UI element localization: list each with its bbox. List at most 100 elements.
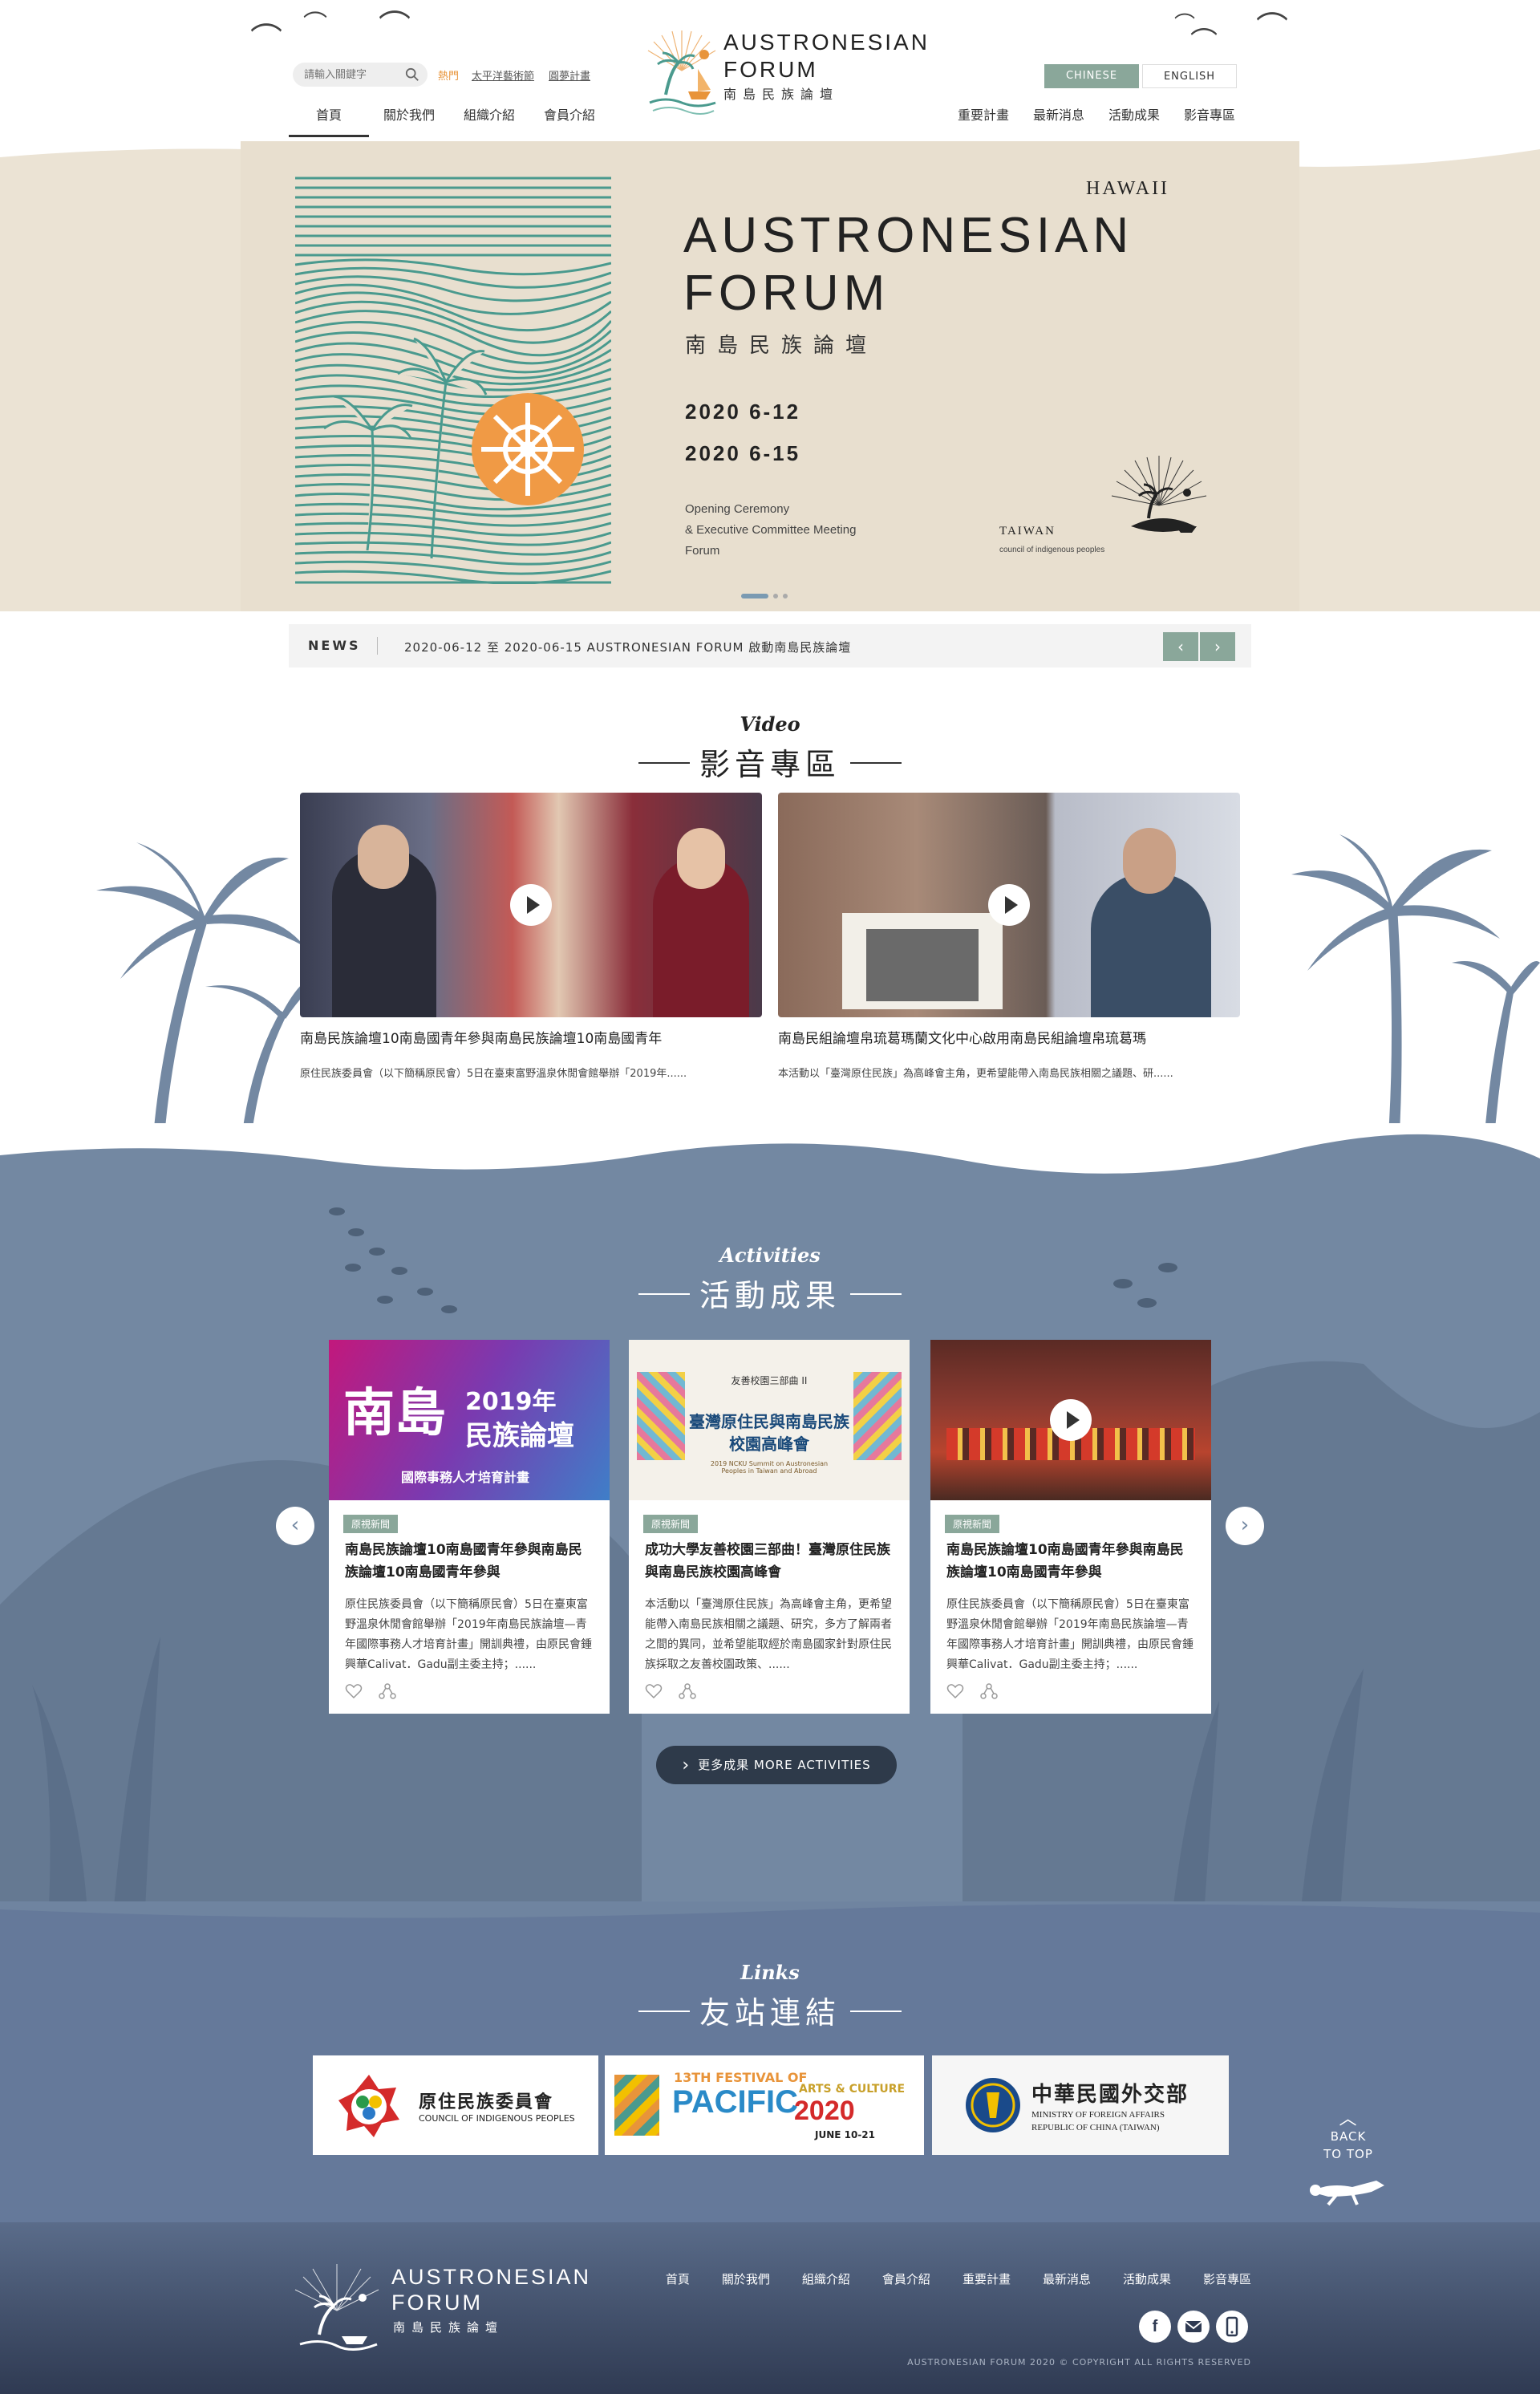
nav-home[interactable]: 首頁 xyxy=(289,101,369,137)
more-activities-button[interactable]: › 更多成果 MORE ACTIVITIES xyxy=(656,1746,897,1784)
news-next-button[interactable]: › xyxy=(1200,632,1235,661)
chevron-up-icon: ︿ xyxy=(1339,2109,1358,2129)
link-festival[interactable]: 13TH FESTIVAL OF PACIFIC ARTS & CULTURE … xyxy=(605,2055,924,2155)
heart-icon[interactable] xyxy=(645,1683,663,1699)
lang-chinese-button[interactable]: CHINESE xyxy=(1044,64,1139,88)
logo-emblem-icon xyxy=(647,30,716,115)
mail-icon[interactable] xyxy=(1177,2311,1210,2343)
copyright-text: AUSTRONESIAN FORUM 2020 © COPYRIGHT ALL … xyxy=(907,2357,1251,2368)
carousel-dot-2[interactable] xyxy=(773,594,778,598)
share-icon[interactable] xyxy=(980,1683,998,1699)
carousel-dot-1[interactable] xyxy=(741,594,768,598)
activity-card-1[interactable]: 南島 2019年 民族論壇 國際事務人才培育計畫 原視新聞 南島民族論壇10南島… xyxy=(329,1340,610,1714)
link-cip[interactable]: 原住民族委員會 COUNCIL OF INDIGENOUS PEOPLES xyxy=(313,2055,598,2155)
banner-title: AUSTRONESIAN FORUM xyxy=(683,208,1134,321)
activity-actions xyxy=(345,1683,396,1699)
news-ticker: NEWS 2020-06-12 至 2020-06-15 AUSTRONESIA… xyxy=(289,624,1251,667)
conference-table xyxy=(866,929,979,1001)
footer-nav-organization[interactable]: 組織介紹 xyxy=(802,2270,850,2287)
footer-nav-home[interactable]: 首頁 xyxy=(666,2270,690,2287)
activities-prev-button[interactable]: ‹ xyxy=(276,1507,314,1545)
news-prev-button[interactable]: ‹ xyxy=(1163,632,1198,661)
activity-actions xyxy=(645,1683,696,1699)
activity-actions xyxy=(946,1683,998,1699)
footer-nav-activities[interactable]: 活動成果 xyxy=(1123,2270,1171,2287)
search-input[interactable] xyxy=(304,67,400,83)
main-nav-left: 首頁 關於我們 組織介紹 會員介紹 xyxy=(289,101,610,137)
search-icon[interactable] xyxy=(405,67,419,82)
chevron-right-icon: › xyxy=(682,1755,691,1775)
hot-label: 熱門 xyxy=(438,71,460,83)
mofa-name-zh: 中華民國外交部 xyxy=(1031,2083,1189,2107)
activity-title[interactable]: 南島民族論壇10南島國青年參與南島民族論壇10南島國青年參與 xyxy=(946,1539,1197,1584)
thumb-text-sub: 友善校園三部曲 II xyxy=(731,1375,808,1386)
video-thumbnail[interactable] xyxy=(300,793,762,1017)
nav-news[interactable]: 最新消息 xyxy=(1033,101,1084,135)
banner-taiwan-label: TAIWAN xyxy=(999,525,1056,538)
cip-name-zh: 原住民族委員會 xyxy=(419,2092,554,2112)
video-title[interactable]: 南島民族論壇10南島國青年參與南島民族論壇10南島國青年 xyxy=(300,1027,762,1047)
activity-card-2[interactable]: 友善校園三部曲 II 臺灣原住民與南島民族 校園高峰會 2019 NCKU Su… xyxy=(629,1340,910,1714)
video-thumbnail[interactable] xyxy=(778,793,1240,1017)
heart-icon[interactable] xyxy=(946,1683,964,1699)
play-icon[interactable] xyxy=(988,884,1030,926)
footer-nav-news[interactable]: 最新消息 xyxy=(1043,2270,1091,2287)
news-headline[interactable]: 2020-06-12 至 2020-06-15 AUSTRONESIAN FOR… xyxy=(404,639,851,655)
palm-right-icon xyxy=(1267,834,1540,1163)
thumb-text-en: 2019 NCKU Summit on Austronesian Peoples… xyxy=(710,1460,829,1475)
heart-icon[interactable] xyxy=(345,1683,363,1699)
palm-left-icon xyxy=(64,842,321,1163)
activity-title[interactable]: 成功大學友善校園三部曲！臺灣原住民族與南島民族校園高峰會 xyxy=(645,1539,895,1584)
activities-next-button[interactable]: › xyxy=(1226,1507,1264,1545)
title-rule-left xyxy=(638,2011,690,2012)
nav-organization[interactable]: 組織介紹 xyxy=(449,101,529,137)
presenter-head xyxy=(1123,828,1176,894)
lang-english-button[interactable]: ENGLISH xyxy=(1142,64,1237,88)
news-label: NEWS xyxy=(308,638,361,653)
activity-thumbnail[interactable]: 南島 2019年 民族論壇 國際事務人才培育計畫 xyxy=(329,1340,610,1500)
festival-line1: 13TH FESTIVAL OF xyxy=(674,2070,808,2085)
cip-name-en: COUNCIL OF INDIGENOUS PEOPLES xyxy=(419,2113,575,2124)
video-card-1[interactable]: 南島民族論壇10南島國青年參與南島民族論壇10南島國青年 原住民族委員會（以下簡… xyxy=(300,793,762,1080)
title-rule-left xyxy=(638,762,690,764)
footer-nav-projects[interactable]: 重要計畫 xyxy=(962,2270,1011,2287)
nav-members[interactable]: 會員介紹 xyxy=(529,101,610,137)
activity-title[interactable]: 南島民族論壇10南島國青年參與南島民族論壇10南島國青年參與 xyxy=(345,1539,595,1584)
mobile-icon[interactable] xyxy=(1216,2311,1248,2343)
more-activities-label: 更多成果 MORE ACTIVITIES xyxy=(698,1758,871,1772)
back-to-top-button[interactable]: ︿ BACK TO TOP xyxy=(1304,2109,1392,2213)
bird-icon: ⌒ xyxy=(1190,26,1218,59)
link-mofa[interactable]: 中華民國外交部 MINISTRY OF FOREIGN AFFAIRS REPU… xyxy=(932,2055,1229,2155)
hot-link-dream-plan[interactable]: 圓夢計畫 xyxy=(549,67,590,83)
site-logo[interactable]: AUSTRONESIAN FORUM 南島民族論壇 xyxy=(642,22,946,135)
bird-icon: ⌒ xyxy=(1256,10,1288,47)
council-emblem-icon xyxy=(1111,456,1207,533)
bird-icon: ⌒ xyxy=(379,9,411,46)
footer-logo-title[interactable]: AUSTRONESIAN FORUM xyxy=(391,2264,600,2315)
activity-thumbnail[interactable] xyxy=(930,1340,1211,1500)
share-icon[interactable] xyxy=(379,1683,396,1699)
video-card-2[interactable]: 南島民組論壇帛琉葛瑪蘭文化中心啟用南島民組論壇帛琉葛瑪 本活動以「臺灣原住民族」… xyxy=(778,793,1240,1080)
activity-card-3[interactable]: 原視新聞 南島民族論壇10南島國青年參與南島民族論壇10南島國青年參與 原住民族… xyxy=(930,1340,1211,1714)
play-icon[interactable] xyxy=(1050,1399,1092,1441)
footer-nav-about[interactable]: 關於我們 xyxy=(722,2270,770,2287)
play-icon[interactable] xyxy=(510,884,552,926)
thumb-text-program: 國際事務人才培育計畫 xyxy=(401,1470,530,1485)
facebook-icon[interactable]: f xyxy=(1139,2311,1171,2343)
activity-thumbnail[interactable]: 友善校園三部曲 II 臺灣原住民與南島民族 校園高峰會 2019 NCKU Su… xyxy=(629,1340,910,1500)
thumb-text-title: 臺灣原住民與南島民族 xyxy=(689,1412,849,1431)
activities-section-title-en: Activities xyxy=(719,1244,821,1267)
nav-about[interactable]: 關於我們 xyxy=(369,101,449,137)
video-title[interactable]: 南島民組論壇帛琉葛瑪蘭文化中心啟用南島民組論壇帛琉葛瑪 xyxy=(778,1027,1240,1047)
hot-link-pacific-arts[interactable]: 太平洋藝術節 xyxy=(472,67,534,83)
logo-subtitle: 南島民族論壇 xyxy=(723,87,840,102)
festival-pattern xyxy=(614,2075,659,2136)
footer-nav-video[interactable]: 影音專區 xyxy=(1203,2270,1251,2287)
nav-projects[interactable]: 重要計畫 xyxy=(958,101,1009,135)
banner-council-label: council of indigenous peoples xyxy=(999,546,1105,554)
nav-video[interactable]: 影音專區 xyxy=(1184,101,1235,135)
share-icon[interactable] xyxy=(679,1683,696,1699)
nav-activities[interactable]: 活動成果 xyxy=(1108,101,1160,135)
carousel-dot-3[interactable] xyxy=(783,594,788,598)
footer-nav-members[interactable]: 會員介紹 xyxy=(882,2270,930,2287)
